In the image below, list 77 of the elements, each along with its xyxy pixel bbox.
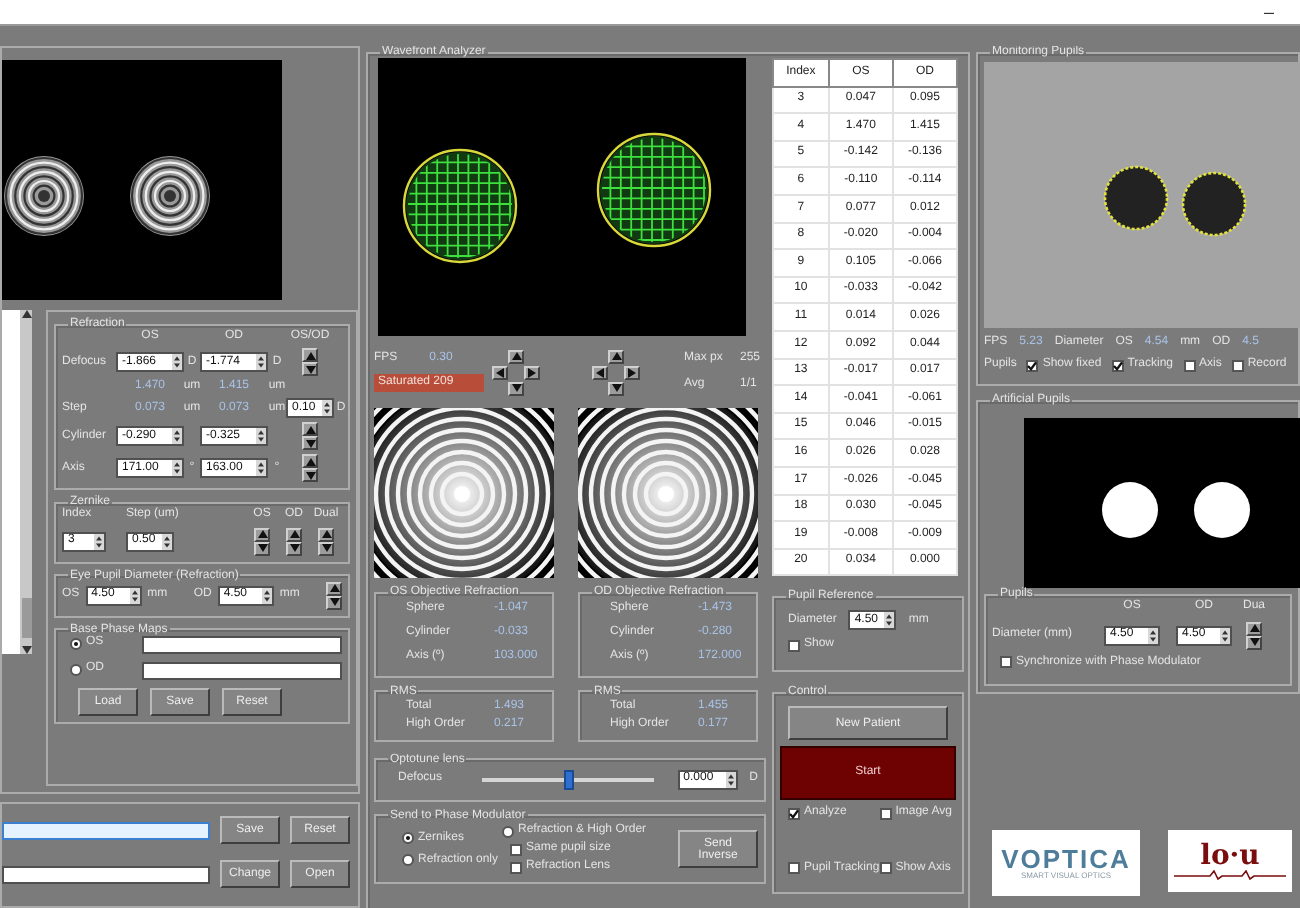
checkbox[interactable] (1111, 359, 1124, 372)
checkbox[interactable] (1231, 359, 1244, 372)
up-triangle-icon (511, 352, 521, 360)
spinner-icon (129, 587, 140, 604)
spinner-icon (172, 428, 182, 445)
up-triangle-icon (305, 351, 315, 360)
spinner-icon (256, 460, 266, 477)
spinner-icon (162, 533, 172, 550)
down-triangle-icon (511, 384, 521, 392)
spinner-icon (1220, 627, 1230, 644)
up-triangle-icon (305, 457, 315, 466)
down-triangle-icon (305, 365, 315, 374)
down-button[interactable] (608, 381, 624, 395)
down-triangle-icon (321, 544, 331, 553)
right-button[interactable] (524, 365, 540, 379)
spinner-icon (94, 533, 104, 550)
scrollbar-thumb[interactable] (21, 598, 31, 638)
checkbox[interactable] (788, 862, 800, 875)
spinner-icon (1148, 627, 1158, 644)
down-triangle-icon (21, 646, 31, 654)
spinner-icon (172, 354, 182, 371)
logo-text: VOPTICA (1001, 845, 1131, 872)
spinner-icon (256, 354, 266, 371)
up-button[interactable] (508, 349, 524, 363)
right-button[interactable] (624, 365, 640, 379)
checkbox[interactable] (788, 808, 800, 821)
left-button[interactable] (592, 365, 608, 379)
radio-button[interactable] (502, 825, 514, 838)
up-triangle-icon (329, 584, 340, 593)
slider-thumb[interactable] (563, 769, 574, 790)
spinner-icon (884, 612, 895, 629)
text-field[interactable] (142, 635, 342, 654)
radio-button[interactable] (70, 664, 82, 677)
down-triangle-icon (289, 544, 299, 553)
text-field[interactable] (2, 865, 210, 883)
scrollbar[interactable] (20, 310, 32, 654)
up-triangle-icon (21, 310, 31, 318)
up-triangle-icon (305, 425, 315, 434)
logo-text: lo·u (1200, 842, 1260, 870)
down-triangle-icon (611, 384, 621, 392)
spinner-icon (256, 428, 266, 445)
spinner-icon (322, 400, 332, 417)
pulse-line-icon (1174, 870, 1286, 880)
checkbox[interactable] (1183, 359, 1195, 372)
down-triangle-icon (305, 471, 315, 480)
checkbox[interactable] (788, 639, 800, 652)
spinner-icon (172, 460, 182, 477)
right-triangle-icon (528, 367, 536, 377)
text-field[interactable] (2, 821, 210, 839)
checkbox[interactable] (879, 862, 892, 875)
right-triangle-icon (628, 367, 636, 377)
checkbox[interactable] (510, 861, 522, 874)
spinner-icon (261, 587, 272, 604)
down-triangle-icon (257, 544, 267, 553)
checkbox[interactable] (510, 843, 522, 856)
left-button[interactable] (492, 365, 508, 379)
radio-button[interactable] (402, 854, 414, 867)
checkbox[interactable] (1000, 656, 1012, 669)
up-triangle-icon (257, 530, 267, 539)
radio-button[interactable] (402, 832, 414, 845)
left-triangle-icon (496, 367, 504, 377)
up-triangle-icon (1249, 624, 1259, 633)
text-field[interactable] (142, 661, 342, 680)
radio-button[interactable] (70, 638, 82, 651)
checkbox[interactable] (879, 808, 892, 821)
down-triangle-icon (329, 598, 340, 607)
up-button[interactable] (608, 349, 624, 363)
left-triangle-icon (596, 367, 604, 377)
down-triangle-icon (1249, 638, 1259, 647)
spinner-icon (725, 771, 736, 788)
up-triangle-icon (321, 530, 331, 539)
minimize-button[interactable]: – (1257, 3, 1280, 21)
up-triangle-icon (611, 352, 621, 360)
down-triangle-icon (305, 439, 315, 448)
checkbox[interactable] (1026, 359, 1039, 372)
down-button[interactable] (508, 381, 524, 395)
up-triangle-icon (289, 530, 299, 539)
